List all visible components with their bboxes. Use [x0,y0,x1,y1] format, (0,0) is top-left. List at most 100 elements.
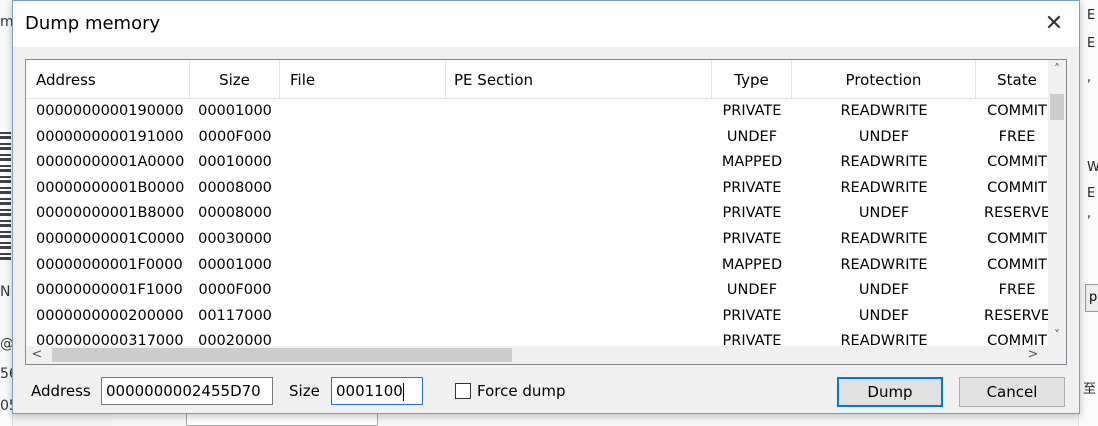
cell-state: FREE [998,128,1036,145]
cell-type: PRIVATE [722,179,782,196]
cell-protection: READWRITE [840,179,928,196]
force-dump-label[interactable]: Force dump [477,382,566,400]
title-bar: Dump memory ✕ [13,1,1079,47]
cell-address: 00000000001F1000 [36,282,183,299]
cell-file [290,201,440,227]
size-label: Size [289,382,320,400]
table-row[interactable]: 00000000001A0000 00010000 MAPPED READWRITE C… [26,150,1048,176]
cell-pe-section [454,99,704,125]
column-header-address[interactable]: Address [26,60,190,98]
cell-file [290,150,440,176]
cell-state: COMMIT [987,256,1047,273]
scroll-down-icon[interactable]: ˅ [1048,328,1066,346]
horizontal-scroll-thumb[interactable] [52,348,512,362]
cell-file [290,278,440,304]
close-button[interactable]: ✕ [1039,9,1069,39]
text-caret [402,382,404,401]
cell-address: 0000000000191000 [36,128,184,145]
cell-pe-section [454,253,704,279]
dump-button[interactable]: Dump [837,377,943,407]
cell-state: RESERVE [984,205,1050,222]
cell-size: 00117000 [198,307,272,324]
cell-pe-section [454,304,704,330]
size-input[interactable]: 0001100 [331,377,423,405]
memory-regions-list[interactable]: Address Size File PE Section Type Protec… [25,59,1067,365]
cell-size: 00001000 [198,256,272,273]
cell-file [290,304,440,330]
column-header-state[interactable]: State [976,60,1058,98]
cell-pe-section [454,176,704,202]
bg-text-fragment: E [1087,8,1096,23]
cancel-button[interactable]: Cancel [959,377,1065,407]
cell-state: COMMIT [987,231,1047,247]
bg-text-fragment: , [1087,206,1092,221]
cell-state: COMMIT [987,103,1047,119]
bg-text-fragment: N [0,284,11,300]
cell-state: COMMIT [987,179,1047,196]
size-input-value: 0001100 [336,382,403,400]
address-label: Address [31,382,91,400]
bg-text-fragment: E [1087,186,1096,201]
dump-memory-dialog: Dump memory ✕ Address Size File PE Secti… [12,0,1080,414]
scroll-up-icon[interactable]: ˄ [1048,62,1066,80]
cell-type: UNDEF [726,282,778,299]
cell-protection: UNDEF [858,205,910,222]
cell-file [290,99,440,125]
close-icon: ✕ [1044,11,1064,36]
table-row[interactable]: 0000000000190000 00001000 PRIVATE READWRITE… [26,99,1048,125]
table-row[interactable]: 00000000001F0000 00001000 MAPPED READWRITE C… [26,253,1048,279]
cell-pe-section [454,150,704,176]
cell-protection: READWRITE [840,231,928,247]
column-header-size[interactable]: Size [190,60,280,98]
cell-protection: READWRITE [840,154,928,171]
table-row[interactable]: 00000000001F1000 0000F000 UNDEF UNDEF FREE [26,278,1048,304]
table-row[interactable]: 0000000000200000 00117000 PRIVATE UNDEF RESE… [26,304,1050,330]
cell-protection: READWRITE [840,103,928,119]
cell-pe-section [454,201,704,227]
cell-address: 0000000000190000 [36,103,184,119]
address-input[interactable]: 0000000002455D70 [101,377,273,405]
force-dump-checkbox[interactable] [455,383,471,399]
scroll-right-icon[interactable]: > [1024,346,1042,364]
cell-type: PRIVATE [722,231,782,247]
column-header-pe-section[interactable]: PE Section [446,60,712,98]
bg-text-fragment: , [1087,70,1092,85]
list-header: Address Size File PE Section Type Protec… [26,60,1048,99]
cell-address: 00000000001F0000 [36,256,183,273]
table-row[interactable]: 00000000001C0000 00030000 PRIVATE READWRITE… [26,227,1048,253]
table-row[interactable]: 0000000000191000 0000F000 UNDEF UNDEF FREE [26,125,1048,151]
bg-button-fragment: p [1085,284,1098,312]
dialog-title: Dump memory [25,13,161,34]
cell-size: 00008000 [198,205,272,222]
cell-size: 00001000 [198,103,272,119]
cell-size: 00008000 [198,179,272,196]
cell-type: MAPPED [721,154,783,171]
horizontal-scrollbar[interactable]: < > [26,346,1066,364]
cell-protection: UNDEF [858,128,910,145]
cell-type: PRIVATE [722,307,782,324]
cell-state: COMMIT [987,154,1047,171]
vertical-scrollbar[interactable]: ˄ ˅ [1048,60,1066,346]
column-header-file[interactable]: File [280,60,446,98]
vertical-scroll-thumb[interactable] [1050,94,1064,120]
column-header-type[interactable]: Type [712,60,792,98]
cell-size: 0000F000 [198,128,272,145]
cell-size: 00030000 [198,231,272,247]
cell-state: FREE [998,282,1036,299]
cell-size: 0000F000 [198,282,272,299]
cell-file [290,253,440,279]
bg-text-fragment: 至 [1083,382,1097,397]
bg-text-fragment: E [1087,36,1096,51]
column-header-protection[interactable]: Protection [792,60,976,98]
table-row[interactable]: 00000000001B0000 00008000 PRIVATE READWRITE… [26,176,1048,202]
cell-type: UNDEF [726,128,778,145]
cell-address: 00000000001C0000 [36,231,185,247]
cell-file [290,227,440,253]
cell-type: MAPPED [721,256,783,273]
bg-text-fragment: W [1087,160,1098,175]
address-input-value: 0000000002455D70 [106,382,261,400]
scroll-left-icon[interactable]: < [28,346,46,364]
qr-code-fragment [0,128,11,260]
table-row[interactable]: 00000000001B8000 00008000 PRIVATE UNDEF RESE… [26,201,1050,227]
cell-protection: READWRITE [840,256,928,273]
